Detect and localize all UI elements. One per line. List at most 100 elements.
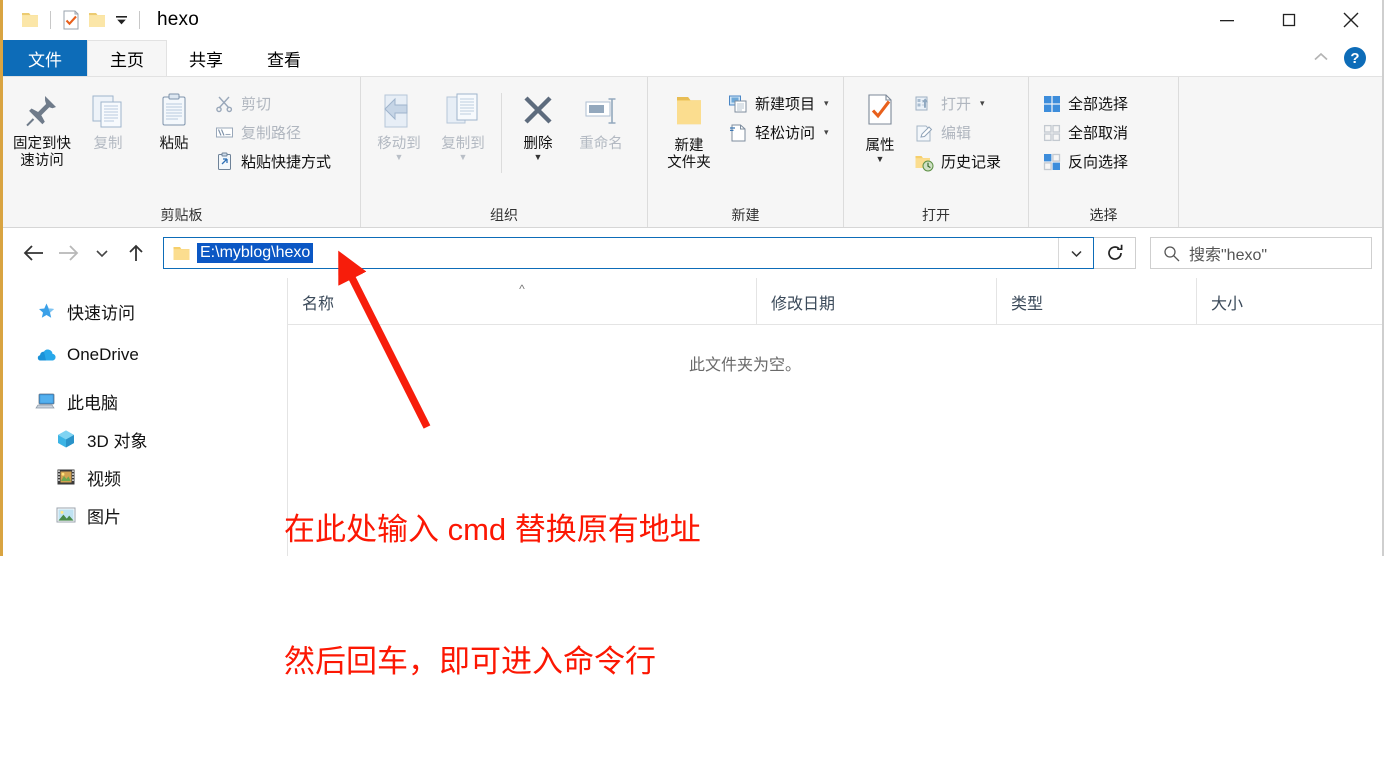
file-explorer-window: hexo 文件 主页 共享 查看 ? 固定到快 速访问 复制 粘贴 剪切 复制路… xyxy=(0,0,1384,679)
move-to-caret-icon[interactable]: ▼ xyxy=(395,152,404,161)
sidebar-item-3d-objects[interactable]: 3D 对象 xyxy=(3,420,287,458)
onedrive-cloud-icon xyxy=(35,344,57,366)
tab-file[interactable]: 文件 xyxy=(3,40,87,76)
qat-separator-1 xyxy=(50,11,51,29)
paste-shortcut-label: 粘贴快捷方式 xyxy=(241,154,332,171)
column-header-size[interactable]: 大小 xyxy=(1196,278,1336,324)
copy-to-caret-icon[interactable]: ▼ xyxy=(459,152,468,161)
ribbon-group-select: 全部选择 全部取消 反向选择 选择 xyxy=(1029,77,1179,227)
history-icon xyxy=(915,155,934,171)
minimize-button[interactable] xyxy=(1196,0,1258,40)
recent-locations-button[interactable] xyxy=(85,236,119,270)
collapse-ribbon-chevron-icon[interactable] xyxy=(1312,50,1330,67)
tab-share[interactable]: 共享 xyxy=(167,40,245,76)
easy-access-caret-icon[interactable]: ▾ xyxy=(824,127,829,138)
move-to-button[interactable]: 移动到 ▼ xyxy=(367,85,431,161)
invert-selection-button[interactable]: 反向选择 xyxy=(1043,149,1132,174)
ribbon: 固定到快 速访问 复制 粘贴 剪切 复制路径 粘贴快捷方式 剪贴板 移动到 ▼ … xyxy=(3,76,1382,228)
column-header-date-modified[interactable]: 修改日期 xyxy=(756,278,996,324)
search-input[interactable]: 搜索"hexo" xyxy=(1189,241,1267,265)
rename-button[interactable]: 重命名 xyxy=(568,85,634,153)
select-none-button[interactable]: 全部取消 xyxy=(1043,120,1132,145)
tab-home[interactable]: 主页 xyxy=(87,40,167,76)
copy-to-button[interactable]: 复制到 ▼ xyxy=(431,85,495,161)
column-label: 修改日期 xyxy=(771,296,836,313)
column-header-type[interactable]: 类型 xyxy=(996,278,1196,324)
cut-button[interactable]: 剪切 xyxy=(215,91,335,116)
copy-path-label: 复制路径 xyxy=(241,125,302,142)
sidebar-item-videos[interactable]: 视频 xyxy=(3,458,287,496)
history-button[interactable]: 历史记录 xyxy=(914,149,1005,174)
column-label: 大小 xyxy=(1211,296,1244,313)
new-folder-label-line2: 文件夹 xyxy=(667,154,711,171)
properties-caret-icon[interactable]: ▼ xyxy=(876,154,885,163)
quick-access-toolbar xyxy=(3,7,147,33)
move-to-label: 移动到 xyxy=(377,136,421,152)
title-bar: hexo xyxy=(3,0,1382,40)
up-button[interactable] xyxy=(119,236,153,270)
close-button[interactable] xyxy=(1320,0,1382,40)
new-folder-label-line1: 新建 xyxy=(674,138,704,154)
ribbon-group-new: 新建 文件夹 新建项目 ▾ 轻松访问 ▾ 新建 xyxy=(648,77,844,227)
easy-access-label: 轻松访问 xyxy=(755,125,816,142)
maximize-button[interactable] xyxy=(1258,0,1320,40)
tab-view[interactable]: 查看 xyxy=(245,40,323,76)
delete-label: 删除 xyxy=(523,136,553,152)
edit-icon xyxy=(916,125,933,141)
refresh-button[interactable] xyxy=(1094,237,1136,269)
delete-caret-icon[interactable]: ▼ xyxy=(534,152,543,161)
sidebar-label: 图片 xyxy=(87,507,121,527)
open-button[interactable]: 打开 ▾ xyxy=(914,91,1005,116)
folder-icon[interactable] xyxy=(17,7,43,33)
help-button[interactable]: ? xyxy=(1344,47,1366,69)
edit-button[interactable]: 编辑 xyxy=(914,120,1005,145)
navigation-pane: 快速访问 OneDrive 此电脑 3D 对象 视频 图片 xyxy=(3,278,288,556)
open-caret-icon[interactable]: ▾ xyxy=(980,98,985,109)
column-label: 名称 xyxy=(302,296,335,313)
copy-button[interactable]: 复制 xyxy=(75,85,141,153)
content-area: 快速访问 OneDrive 此电脑 3D 对象 视频 图片 ^ 名称 修改日期 … xyxy=(3,278,1382,556)
new-item-caret-icon[interactable]: ▾ xyxy=(824,98,829,109)
ribbon-group-open: 属性 ▼ 打开 ▾ 编辑 历史记录 打开 xyxy=(844,77,1029,227)
sidebar-item-pictures[interactable]: 图片 xyxy=(3,496,287,534)
select-all-icon xyxy=(1044,95,1060,112)
sidebar-item-onedrive[interactable]: OneDrive xyxy=(3,336,287,374)
properties-button[interactable]: 属性 ▼ xyxy=(850,85,910,163)
new-item-button[interactable]: 新建项目 ▾ xyxy=(728,91,833,116)
easy-access-button[interactable]: 轻松访问 ▾ xyxy=(728,120,833,145)
copy-path-icon xyxy=(216,127,233,138)
copy-path-button[interactable]: 复制路径 xyxy=(215,120,335,145)
invert-selection-icon xyxy=(1043,153,1061,170)
properties-icon[interactable] xyxy=(58,7,84,33)
new-folder-icon[interactable] xyxy=(84,7,110,33)
forward-button[interactable] xyxy=(51,236,85,270)
back-button[interactable] xyxy=(17,236,51,270)
delete-button[interactable]: 删除 ▼ xyxy=(508,85,568,161)
paste-button[interactable]: 粘贴 xyxy=(141,85,207,153)
select-all-button[interactable]: 全部选择 xyxy=(1043,91,1132,116)
customize-qat-chevron-icon[interactable] xyxy=(110,8,132,32)
3d-objects-icon xyxy=(55,428,77,450)
address-dropdown-chevron-icon[interactable] xyxy=(1058,238,1093,268)
star-pin-icon xyxy=(35,300,57,322)
pin-label-line1: 固定到快 xyxy=(13,136,71,152)
ribbon-group-organize: 移动到 ▼ 复制到 ▼ 删除 ▼ 重命名 组织 xyxy=(361,77,648,227)
pin-icon xyxy=(26,96,56,127)
column-header-name[interactable]: ^ 名称 xyxy=(288,278,756,324)
address-bar[interactable]: E:\myblog\hexo xyxy=(163,237,1094,269)
group-label-organize: 组织 xyxy=(490,207,518,223)
paste-shortcut-button[interactable]: 粘贴快捷方式 xyxy=(215,149,335,174)
pictures-icon xyxy=(55,504,77,526)
sidebar-item-quick-access[interactable]: 快速访问 xyxy=(3,292,287,330)
cut-label: 剪切 xyxy=(241,96,272,113)
pin-to-quick-access-button[interactable]: 固定到快 速访问 xyxy=(9,85,75,169)
address-input[interactable]: E:\myblog\hexo xyxy=(197,243,314,263)
search-box[interactable]: 搜索"hexo" xyxy=(1150,237,1372,269)
paste-shortcut-icon xyxy=(218,152,231,170)
new-folder-button[interactable]: 新建 文件夹 xyxy=(654,85,724,171)
sidebar-item-this-pc[interactable]: 此电脑 xyxy=(3,382,287,420)
rename-icon xyxy=(585,98,616,124)
paste-label: 粘贴 xyxy=(159,136,189,152)
sidebar-label: 视频 xyxy=(87,469,121,489)
history-label: 历史记录 xyxy=(941,154,1002,171)
